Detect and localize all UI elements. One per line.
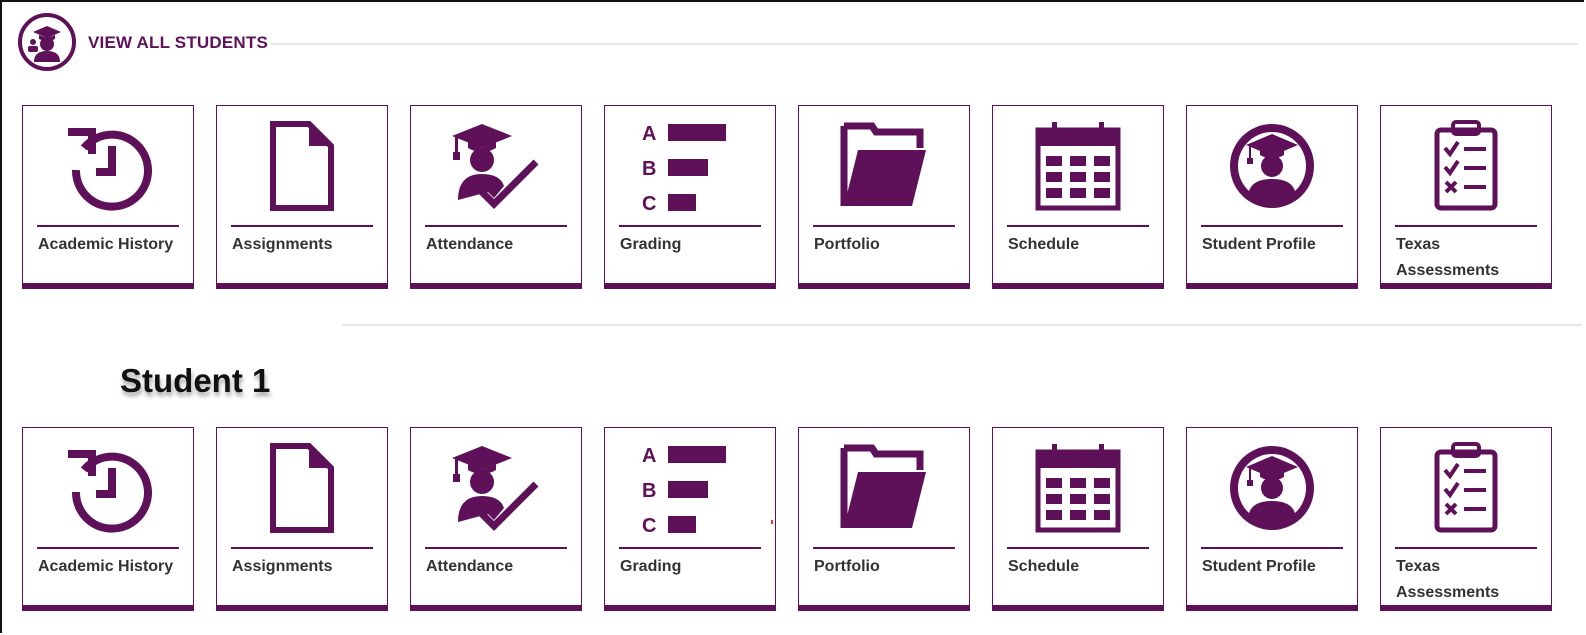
grade-letter-b: B: [642, 158, 656, 180]
tile-divider: [1007, 547, 1149, 549]
tile-label: Texas Assessments: [1396, 558, 1500, 601]
section-title-student-1: Student 1: [120, 362, 271, 399]
view-all-students-link[interactable]: VIEW ALL STUDENTS: [88, 33, 268, 53]
tile-texas-assessments[interactable]: Texas Assessments: [1380, 105, 1552, 289]
calendar-icon: [993, 118, 1163, 214]
tile-divider: [619, 225, 761, 227]
student-profile-icon: [1187, 118, 1357, 214]
tile-divider: [425, 225, 567, 227]
tile-row-student-1: Academic History Assignments Attendance: [22, 427, 1582, 613]
student-profile-icon: [1187, 440, 1357, 536]
tile-label: Schedule: [1008, 236, 1080, 253]
tile-label: Texas Assessments: [1396, 236, 1500, 279]
tile-attendance[interactable]: Attendance: [410, 427, 582, 611]
tile-texas-assessments[interactable]: Texas Assessments: [1380, 427, 1552, 611]
tile-divider: [37, 547, 179, 549]
history-icon: [23, 118, 193, 214]
clipboard-checklist-icon: [1381, 118, 1551, 214]
tile-divider: [1201, 225, 1343, 227]
tile-schedule[interactable]: Schedule: [992, 427, 1164, 611]
tile-divider: [231, 225, 373, 227]
tile-divider: [1201, 547, 1343, 549]
tile-divider: [619, 547, 761, 549]
tile-divider: [813, 225, 955, 227]
tile-label: Student Profile: [1202, 558, 1316, 575]
stray-mark: [771, 520, 773, 524]
folder-icon: [799, 440, 969, 536]
tile-label: Assignments: [232, 558, 333, 575]
grade-letter-b: B: [642, 480, 656, 502]
tile-divider: [1007, 225, 1149, 227]
document-icon: [217, 118, 387, 214]
tile-schedule[interactable]: Schedule: [992, 105, 1164, 289]
tile-divider: [37, 225, 179, 227]
tile-portfolio[interactable]: Portfolio: [798, 427, 970, 611]
student-check-icon: [411, 118, 581, 214]
tile-label: Portfolio: [814, 236, 880, 253]
tile-label: Portfolio: [814, 558, 880, 575]
tile-label: Assignments: [232, 236, 333, 253]
tile-student-profile[interactable]: Student Profile: [1186, 427, 1358, 611]
clipboard-checklist-icon: [1381, 440, 1551, 536]
student-check-icon: [411, 440, 581, 536]
calendar-icon: [993, 440, 1163, 536]
tile-label: Schedule: [1008, 558, 1080, 575]
tile-grading[interactable]: A B C Grading: [604, 105, 776, 289]
tile-divider: [813, 547, 955, 549]
tile-label: Attendance: [426, 236, 514, 253]
tile-label: Academic History: [38, 558, 174, 575]
tile-assignments[interactable]: Assignments: [216, 427, 388, 611]
tile-divider: [1395, 225, 1537, 227]
tile-divider: [425, 547, 567, 549]
grade-letter-a: A: [642, 123, 656, 145]
tile-label: Student Profile: [1202, 236, 1316, 253]
view-all-students-header[interactable]: VIEW ALL STUDENTS: [18, 13, 1578, 77]
tile-attendance[interactable]: Attendance: [410, 105, 582, 289]
section-divider: [342, 324, 1582, 326]
tile-label: Academic History: [38, 236, 174, 253]
grade-letter-c: C: [642, 193, 656, 212]
grade-letter-a: A: [642, 445, 656, 467]
tile-portfolio[interactable]: Portfolio: [798, 105, 970, 289]
tile-label: Attendance: [426, 558, 514, 575]
grade-bars-icon: A B C: [605, 118, 775, 214]
student-graduate-icon: [18, 13, 76, 71]
history-icon: [23, 440, 193, 536]
tile-grading[interactable]: A B C Grading: [604, 427, 776, 611]
tile-label: Grading: [620, 558, 682, 575]
folder-icon: [799, 118, 969, 214]
tile-assignments[interactable]: Assignments: [216, 105, 388, 289]
tile-divider: [231, 547, 373, 549]
tile-academic-history[interactable]: Academic History: [22, 105, 194, 289]
document-icon: [217, 440, 387, 536]
tile-student-profile[interactable]: Student Profile: [1186, 105, 1358, 289]
grade-bars-icon: A B C: [605, 440, 775, 536]
tile-divider: [1395, 547, 1537, 549]
grade-letter-c: C: [642, 515, 656, 534]
tile-row-all-students: Academic History Assignments Attendance: [22, 105, 1582, 291]
header-divider: [271, 43, 1578, 45]
tile-academic-history[interactable]: Academic History: [22, 427, 194, 611]
tile-label: Grading: [620, 236, 682, 253]
